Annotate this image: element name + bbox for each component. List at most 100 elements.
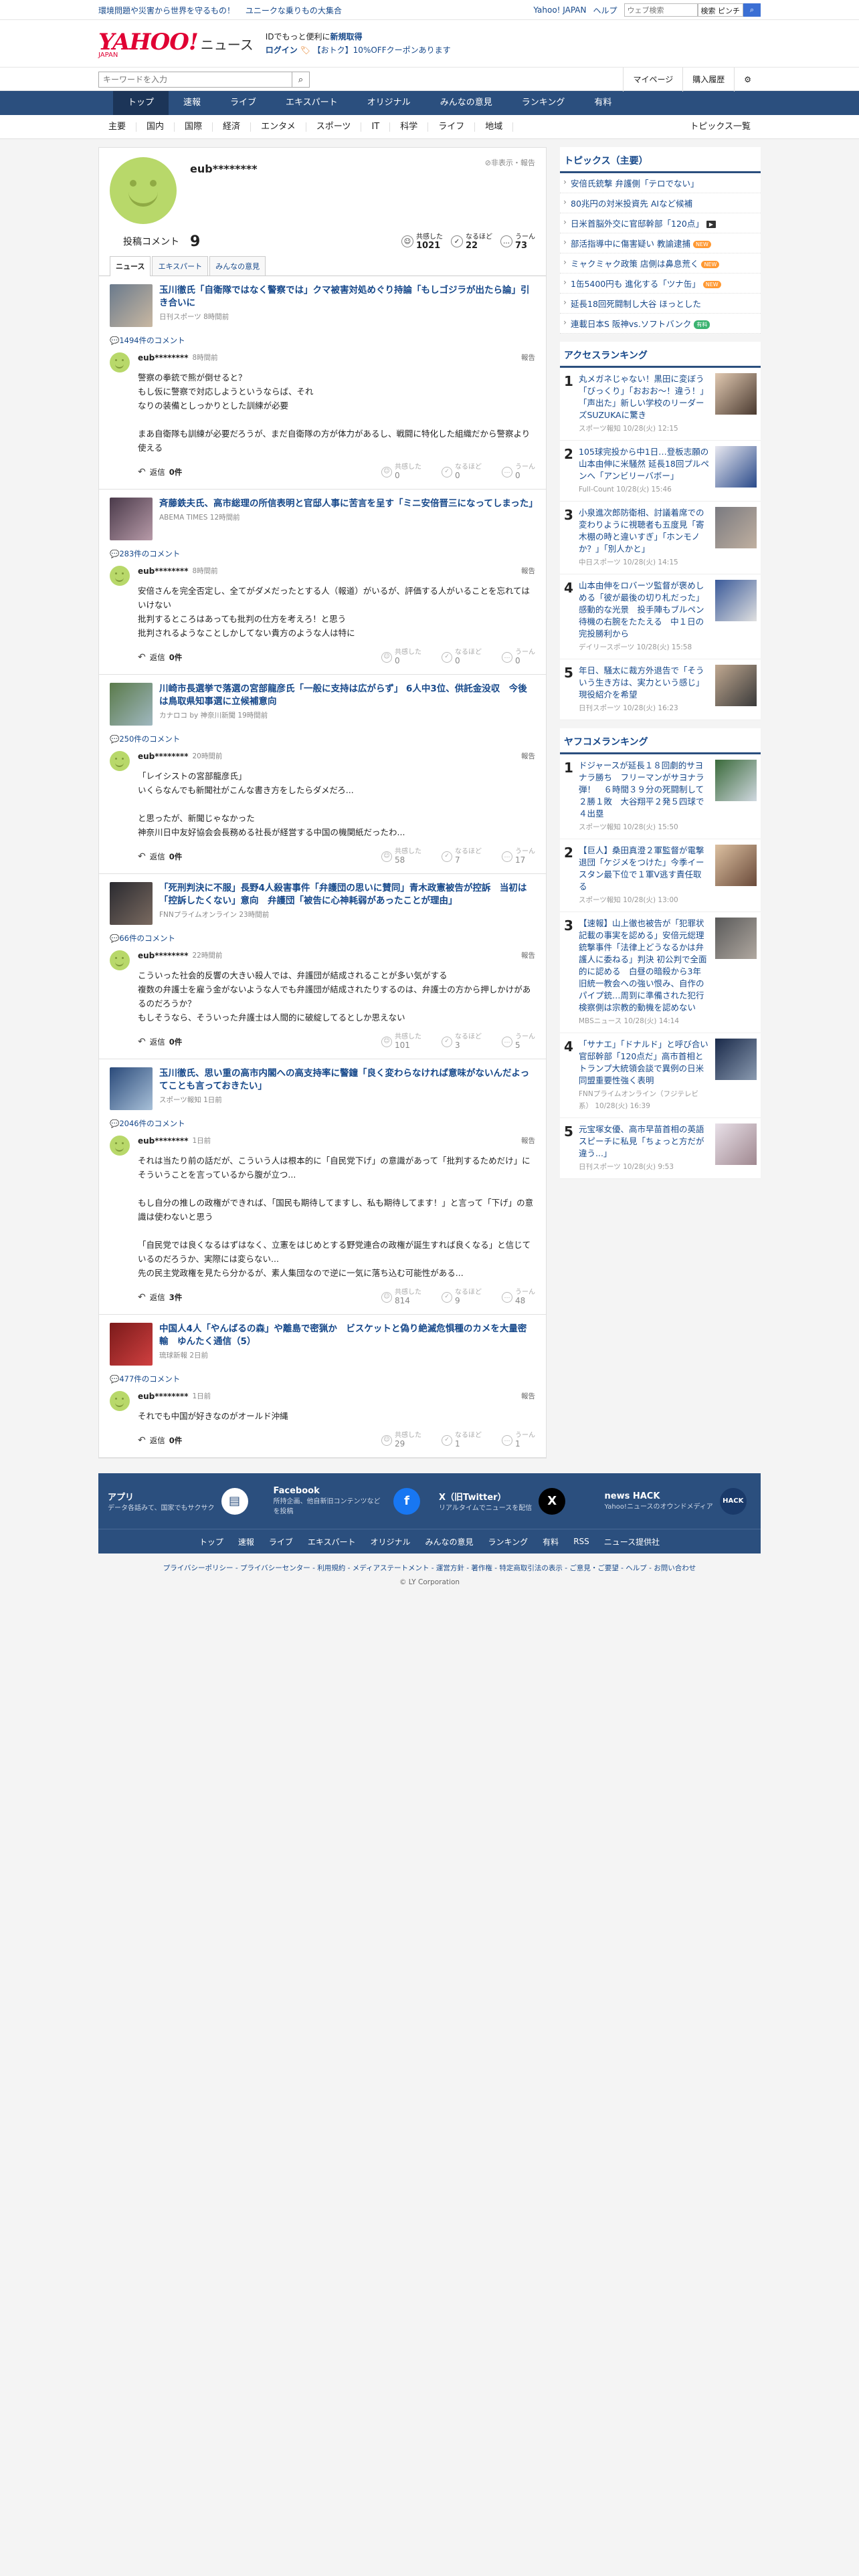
web-search-input[interactable] [624, 3, 698, 17]
reaction-button[interactable]: ☺ 共感した 58 [381, 847, 421, 865]
reply-button[interactable]: ↶ 返信 0件 [138, 1037, 182, 1047]
footer-link[interactable]: RSS [573, 1537, 589, 1546]
footer-link[interactable]: 有料 [543, 1536, 559, 1547]
reaction-button[interactable]: ☺ 共感した 0 [381, 648, 421, 666]
topic-item[interactable]: 安倍氏銃撃 弁護側「テロでない」 [560, 173, 761, 193]
article-header[interactable]: 斉藤鉄夫氏、高市総理の所信表明と官邸人事に苦言を呈す「ミニ安倍晋三になってしまっ… [110, 498, 538, 540]
reaction-button[interactable]: ✓ なるほど 0 [442, 463, 482, 481]
footer-link[interactable]: ライブ [269, 1536, 293, 1547]
ranking-thumbnail[interactable] [715, 373, 757, 415]
reply-button[interactable]: ↶ 返信 0件 [138, 652, 182, 663]
report-link[interactable]: 報告 [521, 1391, 535, 1401]
search-keyword-chip[interactable]: 検索 ピンチ [697, 3, 743, 17]
avatar[interactable] [110, 1136, 130, 1156]
nav-item[interactable]: トップ [113, 91, 169, 115]
article-title[interactable]: 玉川徹氏「自衛隊ではなく警察では」クマ被害対処めぐり持論「もしゴジラが出たら論」… [159, 284, 535, 310]
reply-button[interactable]: ↶ 返信 0件 [138, 1435, 182, 1446]
news-search-button[interactable]: ⌕ [292, 72, 310, 88]
footer-link[interactable]: ニュース提供社 [604, 1536, 660, 1547]
subnav-item[interactable]: スポーツ [306, 122, 362, 132]
ranking-item[interactable]: 2 105球完投から中1日…登板志願の山本由伸に米騒然 延長18回プルペンへ「アン… [560, 441, 761, 502]
comment-user[interactable]: eub******** [138, 752, 188, 761]
article-title[interactable]: 玉川徹氏、思い重の高市内閣への高支持率に警鐘「良く変わらなければ意味がないんだよ… [159, 1067, 535, 1093]
reaction-button[interactable]: … うーん 0 [502, 463, 535, 481]
subnav-item[interactable]: 地域 [475, 122, 514, 132]
tab-2[interactable]: みんなの意見 [209, 256, 266, 276]
article-thumbnail[interactable] [110, 882, 153, 925]
topic-item[interactable]: 連載日本S 阪神vs.ソフトバンク有料 [560, 314, 761, 334]
ranking-thumbnail[interactable] [715, 580, 757, 621]
comment-user[interactable]: eub******** [138, 1392, 188, 1401]
help-link[interactable]: ヘルプ [593, 5, 617, 16]
topic-item[interactable]: 1缶5400円も 進化する「ツナ缶」NEW [560, 274, 761, 294]
footer-app-2[interactable]: X（旧Twitter） リアルタイムでニュースを配信 X [430, 1473, 595, 1529]
article-comment-count[interactable]: 💬66件のコメント [110, 933, 535, 944]
avatar[interactable] [110, 352, 130, 372]
comment-user[interactable]: eub******** [138, 353, 188, 362]
article-comment-count[interactable]: 💬250件のコメント [110, 734, 535, 744]
article-header[interactable]: 川崎市長選挙で落選の宮部龍彦氏「一般に支持は広がらず」 6人中3位、供託金没収 … [110, 683, 535, 726]
avatar[interactable] [110, 950, 130, 970]
ranking-item[interactable]: 5 元宝塚女優、高市早苗首相の英語スピーチに私見「ちょっと方だが違う...」 日刊ス… [560, 1118, 761, 1179]
comment-user[interactable]: eub******** [138, 951, 188, 960]
ranking-item[interactable]: 5 年日、騒太に裁方外退告で「そういう生き方は、実力という感じ」現役紹介を希望 日刊… [560, 659, 761, 720]
ranking-thumbnail[interactable] [715, 1039, 757, 1080]
footer-link[interactable]: オリジナル [371, 1536, 411, 1547]
reaction-button[interactable]: … うーん 0 [502, 648, 535, 666]
subnav-item[interactable]: 科学 [390, 122, 429, 132]
article-thumbnail[interactable] [110, 284, 153, 327]
article-comment-count[interactable]: 💬283件のコメント [110, 548, 535, 559]
article-thumbnail[interactable] [110, 1067, 153, 1110]
reaction-button[interactable]: … うーん 5 [502, 1033, 535, 1051]
reaction-button[interactable]: ✓ なるほど 7 [442, 847, 482, 865]
web-search-button[interactable]: ⌕ [743, 3, 761, 17]
comment-user[interactable]: eub******** [138, 1136, 188, 1146]
topic-item[interactable]: 日米首脳外交に官邸幹部「120点」▶ [560, 213, 761, 233]
article-header[interactable]: 玉川徹氏「自衛隊ではなく警察では」クマ被害対処めぐり持論「もしゴジラが出たら論」… [110, 284, 535, 327]
nav-item[interactable]: エキスパート [271, 91, 353, 115]
signup-link[interactable]: 新規取得 [330, 32, 363, 41]
article-thumbnail[interactable] [110, 683, 153, 726]
reaction-button[interactable]: ✓ なるほど 3 [442, 1033, 482, 1051]
ranking-thumbnail[interactable] [715, 507, 757, 548]
nav-item[interactable]: みんなの意見 [425, 91, 507, 115]
nav-item[interactable]: ライブ [215, 91, 271, 115]
footer-app-1[interactable]: Facebook 所持企画、他自新旧コンテンツなどを投稿 f [264, 1473, 430, 1529]
avatar[interactable] [110, 566, 130, 586]
tab-0[interactable]: ニュース [110, 256, 151, 276]
report-link[interactable]: 報告 [521, 566, 535, 576]
ranking-thumbnail[interactable] [715, 446, 757, 488]
footer-app-0[interactable]: アプリ データ各話みて、国家でもサクサク ▤ [98, 1473, 264, 1529]
promo-link-2[interactable]: ユニークな乗りもの大集合 [246, 6, 342, 15]
nav-item[interactable]: 有料 [579, 91, 626, 115]
footer-link[interactable]: トップ [199, 1536, 223, 1547]
news-search-input[interactable] [98, 72, 292, 88]
tab-1[interactable]: エキスパート [152, 256, 209, 276]
footer-link[interactable]: エキスパート [308, 1536, 356, 1547]
footer-link[interactable]: 速報 [238, 1536, 254, 1547]
topic-item[interactable]: 80兆円の対米投資先 AIなど候補 [560, 193, 761, 213]
mypage-link[interactable]: マイページ [623, 68, 682, 92]
topic-item[interactable]: ミャクミャク政策 店側は鼻息荒くNEW [560, 253, 761, 274]
avatar[interactable] [110, 751, 130, 771]
reaction-button[interactable]: ✓ なるほど 0 [442, 648, 482, 666]
ranking-thumbnail[interactable] [715, 918, 757, 959]
reply-button[interactable]: ↶ 返信 0件 [138, 851, 182, 862]
article-header[interactable]: 玉川徹氏、思い重の高市内閣への高支持率に警鐘「良く変わらなければ意味がないんだよ… [110, 1067, 535, 1110]
legal-links[interactable]: プライバシーポリシー - プライバシーセンター - 利用規約 - メディアステー… [98, 1563, 761, 1573]
reaction-button[interactable]: ☺ 共感した 101 [381, 1033, 421, 1051]
reaction-button[interactable]: … うーん 1 [502, 1431, 535, 1449]
article-header[interactable]: 「死刑判決に不服」長野4人殺害事件「弁護団の思いに賛同」青木政憲被告が控訴 当初… [110, 882, 535, 925]
ranking-thumbnail[interactable] [715, 760, 757, 801]
reply-button[interactable]: ↶ 返信 0件 [138, 467, 182, 477]
purchase-history-link[interactable]: 購入履歴 [682, 68, 734, 92]
login-link[interactable]: ログイン [266, 45, 298, 55]
ranking-item[interactable]: 1 ドジャースが延長１８回劇的サヨナラ勝ち フリーマンがサヨナラ弾！ ６時間３９分… [560, 754, 761, 839]
article-title[interactable]: 斉藤鉄夫氏、高市総理の所信表明と官邸人事に苦言を呈す「ミニ安倍晋三になってしまっ… [159, 498, 538, 510]
article-comment-count[interactable]: 💬477件のコメント [110, 1374, 535, 1384]
topic-item[interactable]: 部活指導中に傷害疑い 教諭逮捕NEW [560, 233, 761, 253]
report-link[interactable]: 報告 [521, 352, 535, 362]
gear-icon[interactable]: ⚙ [734, 68, 761, 92]
reaction-button[interactable]: … うーん 48 [502, 1288, 535, 1306]
subnav-item[interactable]: IT [361, 122, 391, 132]
